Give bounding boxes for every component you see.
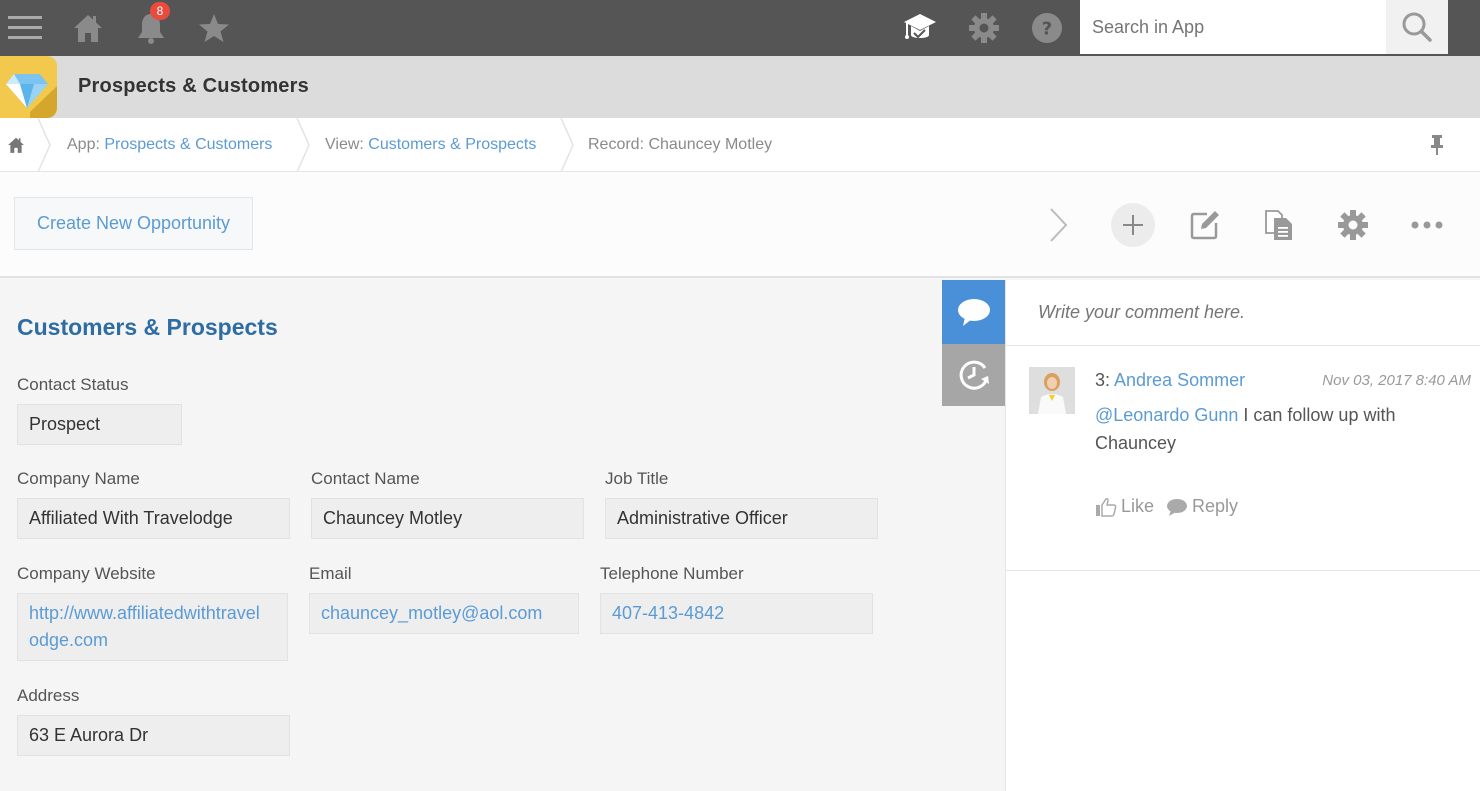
breadcrumb-separator [560, 118, 574, 172]
svg-text:?: ? [1042, 19, 1052, 40]
comment-actions: Like Reply [1095, 496, 1244, 517]
chevron-right-icon [1050, 208, 1068, 242]
comment-input[interactable] [1006, 280, 1480, 346]
duplicate-record-button[interactable] [1257, 203, 1301, 247]
record-toolbar: Create New Opportunity [0, 172, 1480, 278]
email-link[interactable]: chauncey_motley@aol.com [309, 593, 579, 634]
settings-button[interactable] [964, 8, 1004, 48]
section-title: Customers & Prospects [17, 314, 278, 340]
reply-bubble-icon [1167, 498, 1188, 516]
address-label: Address [17, 686, 80, 705]
pin-icon [1431, 135, 1443, 155]
email-label: Email [309, 564, 352, 583]
telephone-link[interactable]: 407-413-4842 [600, 593, 873, 634]
avatar[interactable] [1029, 367, 1075, 414]
comment-body: @Leonardo Gunn I can follow up with Chau… [1095, 405, 1396, 453]
contact-status-label: Contact Status [17, 375, 129, 394]
telephone-label: Telephone Number [600, 564, 744, 583]
app-title: Prospects & Customers [78, 75, 309, 97]
add-record-button[interactable] [1111, 203, 1155, 247]
home-button[interactable] [68, 8, 108, 48]
edit-record-button[interactable] [1183, 203, 1227, 247]
pin-button[interactable] [1428, 134, 1446, 161]
menu-button[interactable] [5, 8, 45, 48]
mention-link[interactable]: @Leonardo Gunn [1095, 405, 1238, 425]
next-record-button[interactable] [1036, 203, 1080, 247]
company-website-label: Company Website [17, 564, 156, 583]
top-navigation-bar: 8 ? [0, 0, 1480, 56]
home-icon [74, 15, 102, 42]
more-icon [1411, 221, 1443, 229]
graduation-cap-icon [904, 14, 936, 39]
more-options-button[interactable] [1405, 203, 1449, 247]
search-icon [1402, 12, 1432, 42]
reply-button[interactable]: Reply [1166, 496, 1238, 517]
menu-icon [8, 16, 42, 39]
favorites-button[interactable] [194, 8, 234, 48]
help-icon: ? [1032, 13, 1062, 43]
company-name-value: Affiliated With Travelodge [17, 498, 290, 539]
comment-timestamp: Nov 03, 2017 8:40 AM [1322, 372, 1471, 389]
breadcrumb-view-link[interactable]: Customers & Prospects [368, 136, 536, 153]
comment-item: 3: Andrea Sommer Nov 03, 2017 8:40 AM @L… [1006, 346, 1480, 571]
learning-button[interactable] [900, 8, 940, 48]
app-logo[interactable] [0, 56, 57, 118]
contact-status-value: Prospect [17, 404, 182, 445]
diamond-icon [6, 74, 57, 118]
plus-icon [1123, 215, 1143, 235]
contact-name-label: Contact Name [311, 469, 420, 488]
address-value: 63 E Aurora Dr [17, 715, 290, 756]
breadcrumb: App: Prospects & Customers View: Custome… [0, 118, 1480, 172]
comments-panel: 3: Andrea Sommer Nov 03, 2017 8:40 AM @L… [1005, 280, 1480, 791]
company-website-link[interactable]: http://www.affiliatedwithtravel odge.com [17, 593, 288, 661]
gear-icon [969, 13, 999, 43]
breadcrumb-separator [296, 118, 310, 172]
job-title-label: Job Title [605, 469, 669, 488]
edit-icon [1190, 211, 1219, 240]
breadcrumb-home[interactable] [7, 118, 25, 172]
breadcrumb-view: View: Customers & Prospects [325, 136, 537, 153]
company-name-label: Company Name [17, 469, 140, 488]
breadcrumb-separator [37, 118, 51, 172]
record-settings-button[interactable] [1331, 203, 1375, 247]
home-icon [8, 137, 24, 153]
comments-tab[interactable] [942, 280, 1005, 344]
like-button[interactable]: Like [1095, 496, 1154, 517]
contact-name-value: Chauncey Motley [311, 498, 584, 539]
star-icon [199, 14, 229, 42]
user-photo-icon [1029, 367, 1075, 414]
breadcrumb-record: Record: Chauncey Motley [588, 136, 773, 153]
help-button[interactable]: ? [1027, 8, 1067, 48]
app-header: Prospects & Customers [0, 56, 1480, 118]
gear-icon [1338, 210, 1368, 240]
search-input[interactable] [1080, 0, 1386, 54]
comment-author-link[interactable]: Andrea Sommer [1114, 370, 1245, 390]
notification-count-badge: 8 [150, 2, 170, 20]
record-details: Customers & Prospects Contact Status Pro… [0, 280, 942, 791]
duplicate-icon [1265, 210, 1292, 240]
thumbs-up-icon [1096, 497, 1117, 517]
comment-header: 3: Andrea Sommer [1095, 370, 1246, 390]
history-icon [959, 360, 989, 390]
breadcrumb-app: App: Prospects & Customers [67, 136, 273, 153]
search-button[interactable] [1386, 0, 1448, 54]
history-tab[interactable] [942, 344, 1005, 406]
create-new-opportunity-button[interactable]: Create New Opportunity [14, 197, 253, 250]
job-title-value: Administrative Officer [605, 498, 878, 539]
breadcrumb-app-link[interactable]: Prospects & Customers [104, 136, 272, 153]
comment-bubble-icon [957, 299, 990, 326]
